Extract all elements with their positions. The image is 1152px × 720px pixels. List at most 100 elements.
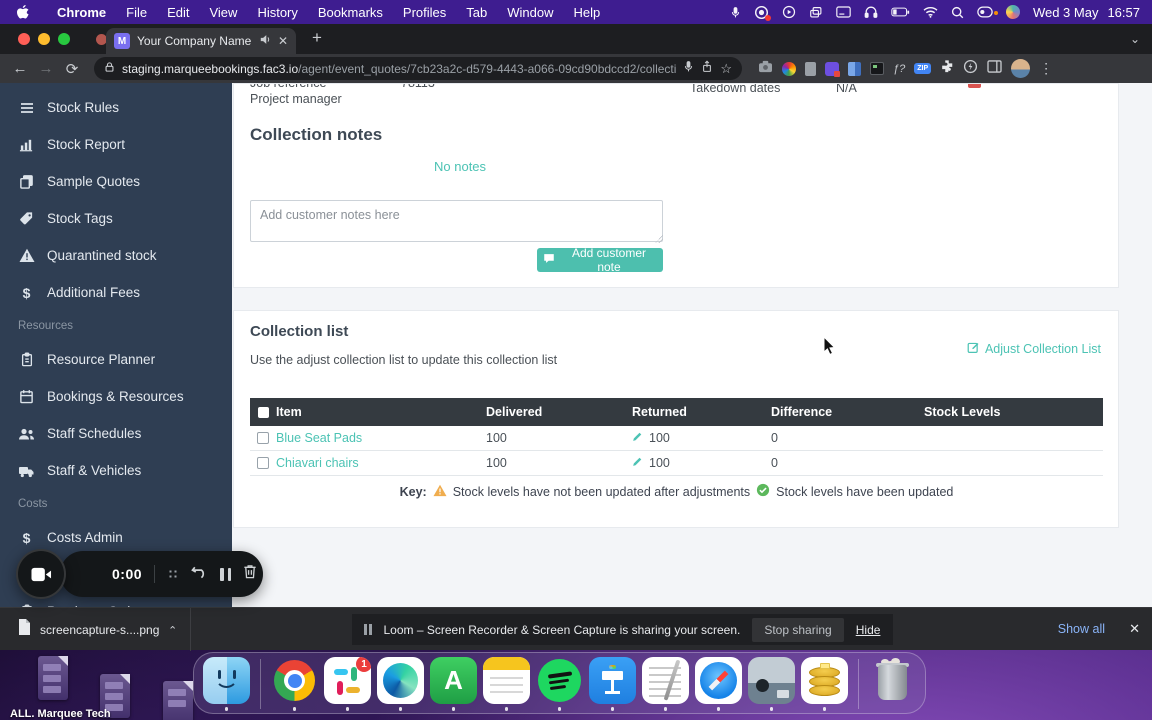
bookmark-star-icon[interactable]: ☆ [720, 61, 732, 77]
sidebar-item-resource-planner[interactable]: Resource Planner [0, 341, 232, 378]
function-extension-icon[interactable]: ƒ? [893, 63, 905, 75]
headphones-status-icon[interactable] [864, 5, 878, 19]
customer-note-input[interactable] [250, 200, 663, 242]
boost-extension-icon[interactable] [963, 59, 978, 79]
dock-sequel-pro-icon[interactable] [801, 657, 848, 711]
new-tab-button[interactable]: + [312, 28, 322, 48]
edit-pencil-icon[interactable] [632, 456, 643, 470]
menu-window[interactable]: Window [497, 5, 563, 20]
lock-icon[interactable] [104, 60, 115, 78]
color-wheel-extension-icon[interactable] [782, 61, 796, 76]
item-link[interactable]: Chiavari chairs [276, 456, 486, 470]
notebook-extension-icon[interactable] [848, 61, 861, 76]
add-customer-note-button[interactable]: Add customer note [537, 246, 663, 274]
menu-bookmarks[interactable]: Bookmarks [308, 5, 393, 20]
windows-status-icon[interactable] [809, 6, 823, 19]
share-icon[interactable] [701, 60, 713, 78]
browser-menu-icon[interactable]: ⋮ [1039, 60, 1053, 77]
loom-status-icon[interactable] [754, 5, 771, 21]
camera-extension-icon[interactable] [758, 60, 773, 78]
menu-tab[interactable]: Tab [456, 5, 497, 20]
browser-profile-avatar[interactable] [1011, 59, 1031, 78]
menu-help[interactable]: Help [564, 5, 611, 20]
trash-icon[interactable] [243, 564, 257, 584]
zoom-window-button[interactable] [58, 33, 70, 45]
dock-notes-icon[interactable] [483, 657, 530, 711]
minimize-window-button[interactable] [38, 33, 50, 45]
card-status-icon[interactable] [836, 6, 851, 18]
loom-camera-button[interactable] [16, 549, 66, 599]
reload-button[interactable]: ⟳ [62, 60, 82, 78]
dock-slack-icon[interactable]: 1 [324, 657, 371, 711]
sidebar-item-sample-quotes[interactable]: Sample Quotes [0, 163, 232, 200]
extensions-puzzle-icon[interactable] [940, 59, 954, 78]
dock-trash-icon[interactable] [869, 657, 916, 711]
sidebar-item-stock-rules[interactable]: Stock Rules [0, 89, 232, 126]
dock-finder-icon[interactable] [203, 657, 250, 711]
desktop-file[interactable] [163, 681, 193, 720]
zip-extension-icon[interactable]: ZIP [914, 63, 932, 74]
restart-icon[interactable] [191, 564, 208, 584]
dock-image-file-icon[interactable] [748, 657, 795, 711]
sidebar-item-bookings-resources[interactable]: Bookings & Resources [0, 378, 232, 415]
forward-button[interactable]: → [36, 60, 56, 77]
address-bar[interactable]: staging.marqueebookings.fac3.io/agent/ev… [94, 57, 742, 80]
sidebar-item-staff-vehicles[interactable]: Staff & Vehicles [0, 452, 232, 489]
desktop-file[interactable] [38, 656, 68, 700]
dock-green-a-app-icon[interactable]: A [430, 657, 477, 711]
close-shelf-icon[interactable]: ✕ [1129, 621, 1140, 637]
phone-extension-icon[interactable] [805, 61, 816, 76]
adjust-collection-list-link[interactable]: Adjust Collection List [967, 341, 1101, 357]
textarea-resize-handle[interactable] [655, 235, 663, 243]
tab-audio-icon[interactable] [260, 32, 271, 50]
drag-handle-icon[interactable] [167, 568, 180, 580]
close-window-button[interactable] [18, 33, 30, 45]
play-status-icon[interactable] [782, 5, 796, 19]
clipped-red-button[interactable] [968, 84, 981, 88]
spotlight-search-icon[interactable] [951, 6, 964, 19]
microphone-status-icon[interactable] [730, 5, 741, 20]
menu-file[interactable]: File [116, 5, 157, 20]
browser-tab[interactable]: M Your Company Name ✕ [106, 28, 296, 54]
row-checkbox[interactable] [257, 457, 269, 469]
dock-edge-icon[interactable] [377, 657, 424, 711]
menu-chrome[interactable]: Chrome [47, 5, 116, 20]
voice-search-icon[interactable] [683, 60, 694, 78]
dock-safari-icon[interactable] [695, 657, 742, 711]
sidebar-item-stock-tags[interactable]: Stock Tags [0, 200, 232, 237]
select-all-checkbox[interactable] [257, 406, 269, 418]
show-all-downloads-link[interactable]: Show all [1058, 622, 1105, 636]
download-item[interactable]: screencapture-s....png ⌄ [0, 608, 192, 651]
back-button[interactable]: ← [10, 60, 30, 77]
side-panel-icon[interactable] [987, 59, 1002, 78]
tab-search-chevron-icon[interactable]: ⌄ [1130, 32, 1140, 46]
edit-pencil-icon[interactable] [632, 431, 643, 445]
wifi-status-icon[interactable] [923, 6, 938, 18]
apple-logo-icon[interactable] [16, 4, 29, 20]
sidebar-item-staff-schedules[interactable]: Staff Schedules [0, 415, 232, 452]
sidebar-item-quarantined-stock[interactable]: Quarantined stock [0, 237, 232, 274]
dock-keynote-icon[interactable] [589, 657, 636, 711]
dock-spotify-icon[interactable] [536, 657, 583, 711]
menu-edit[interactable]: Edit [157, 5, 199, 20]
menu-bar-clock[interactable]: Wed 3 May 16:57 [1033, 5, 1140, 20]
menu-profiles[interactable]: Profiles [393, 5, 456, 20]
download-expand-chevron-icon[interactable]: ⌄ [168, 623, 177, 636]
sidebar-item-stock-report[interactable]: Stock Report [0, 126, 232, 163]
menu-history[interactable]: History [247, 5, 307, 20]
pause-icon[interactable] [220, 567, 232, 581]
battery-status-icon[interactable] [891, 7, 910, 17]
tab-close-icon[interactable]: ✕ [278, 34, 288, 48]
item-link[interactable]: Blue Seat Pads [276, 431, 486, 445]
hide-link[interactable]: Hide [856, 623, 881, 637]
dock-chrome-icon[interactable] [271, 657, 318, 711]
stop-sharing-button[interactable]: Stop sharing [752, 617, 844, 642]
menu-view[interactable]: View [199, 5, 247, 20]
terminal-extension-icon[interactable] [870, 62, 884, 75]
purple-extension-icon[interactable] [825, 61, 840, 77]
fast-user-switch-icon[interactable] [977, 6, 998, 18]
profile-status-icon[interactable] [1005, 5, 1020, 19]
row-checkbox[interactable] [257, 432, 269, 444]
dock-textedit-icon[interactable] [642, 657, 689, 711]
sidebar-item-additional-fees[interactable]: $ Additional Fees [0, 274, 232, 311]
